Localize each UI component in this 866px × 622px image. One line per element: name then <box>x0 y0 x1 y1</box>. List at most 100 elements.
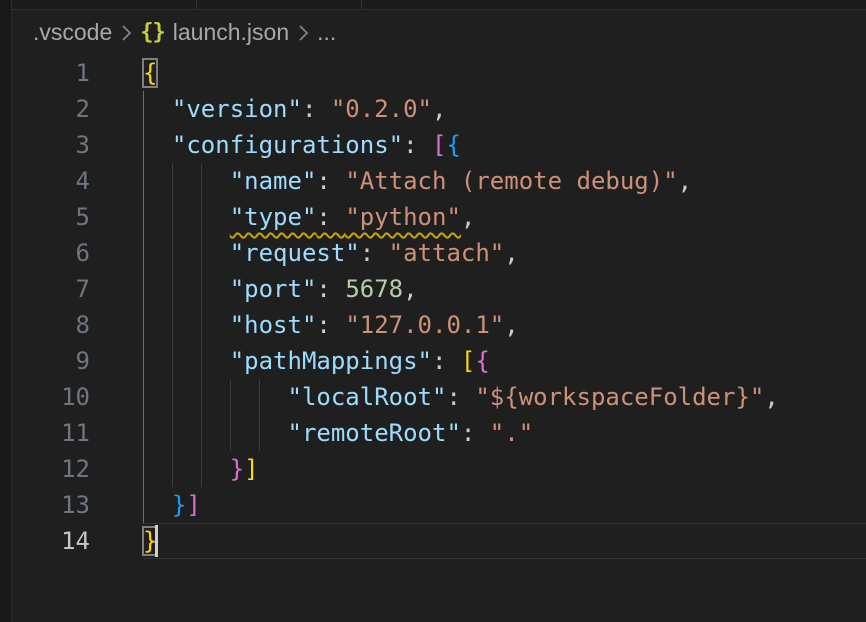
code-token: "configurations" <box>172 131 403 159</box>
code-token: , <box>461 203 475 231</box>
code-token <box>143 455 230 483</box>
code-line-content[interactable]: "port": 5678, <box>143 271 866 307</box>
code-line[interactable]: 7 "port": 5678, <box>12 271 866 307</box>
line-number: 6 <box>12 235 143 271</box>
code-token: "127.0.0.1" <box>345 311 504 339</box>
code-token: , <box>432 95 446 123</box>
code-line[interactable]: 11 "remoteRoot": "." <box>12 415 866 451</box>
code-token: : <box>432 347 461 375</box>
code-token <box>143 203 230 231</box>
code-token: "localRoot" <box>288 383 447 411</box>
code-token <box>143 491 172 519</box>
code-line-content[interactable]: "version": "0.2.0", <box>143 91 866 127</box>
code-line[interactable]: 10 "localRoot": "${workspaceFolder}", <box>12 379 866 415</box>
code-token: , <box>504 311 518 339</box>
tab-separator <box>361 0 362 9</box>
line-number: 13 <box>12 487 143 523</box>
code-token: "${workspaceFolder}" <box>475 383 764 411</box>
code-token: : <box>446 383 475 411</box>
json-braces-icon: {} <box>140 20 165 45</box>
code-token: "Attach (remote debug)" <box>345 167 677 195</box>
breadcrumb-file[interactable]: {} launch.json <box>140 19 289 46</box>
code-line-content[interactable]: "name": "Attach (remote debug)", <box>143 163 866 199</box>
code-line-content[interactable]: "configurations": [{ <box>143 127 866 163</box>
tab-separator <box>196 0 197 9</box>
line-number: 9 <box>12 343 143 379</box>
code-token <box>143 383 288 411</box>
code-line[interactable]: 13 }] <box>12 487 866 523</box>
tab-bar-bottom-edge <box>0 0 866 10</box>
code-token: , <box>764 383 778 411</box>
code-line[interactable]: 8 "host": "127.0.0.1", <box>12 307 866 343</box>
code-token: [ <box>461 347 475 375</box>
text-cursor <box>155 525 158 557</box>
code-token: } <box>230 455 244 483</box>
line-number: 1 <box>12 55 143 91</box>
code-line-content[interactable]: "type": "python", <box>143 199 866 235</box>
line-number: 2 <box>12 91 143 127</box>
code-token: : <box>316 275 345 303</box>
chevron-right-icon <box>296 21 310 45</box>
code-editor[interactable]: 1{2 "version": "0.2.0",3 "configurations… <box>12 55 866 559</box>
editor-pane: .vscode {} launch.json ... 1{2 "version"… <box>12 10 866 622</box>
code-token <box>143 95 172 123</box>
code-token: "remoteRoot" <box>288 419 461 447</box>
matched-bracket: { <box>143 59 157 87</box>
line-number: 8 <box>12 307 143 343</box>
chevron-right-icon <box>119 21 133 45</box>
code-line-content[interactable]: "localRoot": "${workspaceFolder}", <box>143 379 866 415</box>
breadcrumb: .vscode {} launch.json ... <box>12 10 866 55</box>
code-line[interactable]: 1{ <box>12 55 866 91</box>
line-number: 7 <box>12 271 143 307</box>
code-token: , <box>678 167 692 195</box>
code-token <box>143 311 230 339</box>
code-token: ] <box>186 491 200 519</box>
line-number: 3 <box>12 127 143 163</box>
code-token: "python" <box>345 203 461 231</box>
code-token: : <box>302 95 331 123</box>
line-number: 4 <box>12 163 143 199</box>
breadcrumb-symbol[interactable]: ... <box>317 19 336 46</box>
code-line[interactable]: 3 "configurations": [{ <box>12 127 866 163</box>
code-token <box>143 347 230 375</box>
code-line-content[interactable]: "host": "127.0.0.1", <box>143 307 866 343</box>
code-token <box>143 239 230 267</box>
code-token: , <box>504 239 518 267</box>
code-token: : <box>461 419 490 447</box>
code-token: { <box>446 131 460 159</box>
code-token <box>143 275 230 303</box>
code-token: "type" <box>230 203 317 231</box>
code-token: "host" <box>230 311 317 339</box>
code-line[interactable]: 6 "request": "attach", <box>12 235 866 271</box>
code-token: "pathMappings" <box>230 347 432 375</box>
code-line[interactable]: 14} <box>12 523 866 559</box>
code-line-content[interactable]: { <box>143 55 866 91</box>
code-token: "port" <box>230 275 317 303</box>
code-token: "name" <box>230 167 317 195</box>
code-line[interactable]: 5 "type": "python", <box>12 199 866 235</box>
code-line[interactable]: 9 "pathMappings": [{ <box>12 343 866 379</box>
code-line-content[interactable]: }] <box>143 451 866 487</box>
code-line-content[interactable]: }] <box>143 487 866 523</box>
code-line-content[interactable]: "pathMappings": [{ <box>143 343 866 379</box>
line-number: 5 <box>12 199 143 235</box>
line-number: 12 <box>12 451 143 487</box>
code-token: "request" <box>230 239 360 267</box>
code-line[interactable]: 12 }] <box>12 451 866 487</box>
line-number: 11 <box>12 415 143 451</box>
code-line[interactable]: 2 "version": "0.2.0", <box>12 91 866 127</box>
breadcrumb-folder[interactable]: .vscode <box>33 19 112 46</box>
code-token: "." <box>490 419 533 447</box>
code-line-content[interactable]: "request": "attach", <box>143 235 866 271</box>
code-token <box>143 167 230 195</box>
code-token: ] <box>244 455 258 483</box>
code-token: { <box>475 347 489 375</box>
code-line[interactable]: 4 "name": "Attach (remote debug)", <box>12 163 866 199</box>
code-line-content[interactable]: } <box>143 523 866 559</box>
code-token: 5678 <box>345 275 403 303</box>
code-token: : <box>316 167 345 195</box>
window-left-edge <box>0 0 12 622</box>
code-token: [ <box>432 131 446 159</box>
code-line-content[interactable]: "remoteRoot": "." <box>143 415 866 451</box>
line-number: 14 <box>12 523 143 559</box>
